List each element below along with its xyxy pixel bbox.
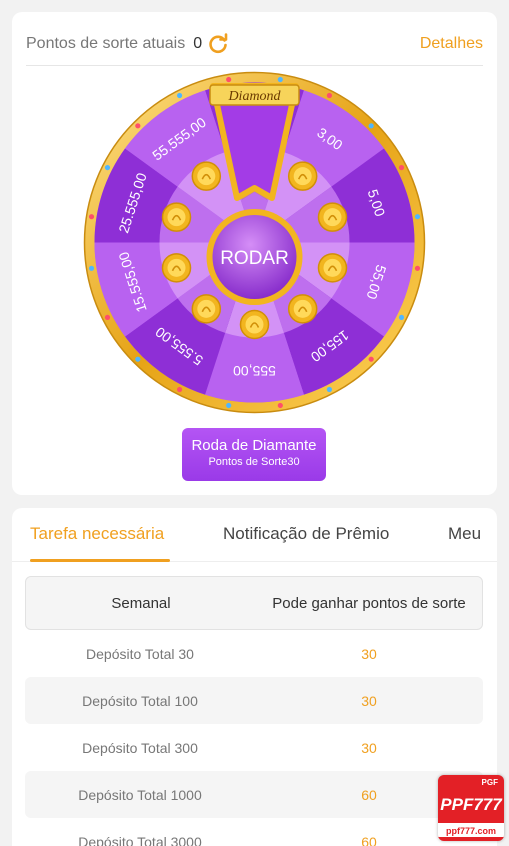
spin-button-label[interactable]: RODAR — [220, 248, 289, 269]
badge-url-label: ppf777.com — [445, 826, 496, 836]
task-points: 30 — [361, 739, 377, 756]
ppf777-badge[interactable]: PGF PPF777 ppf777.com — [438, 775, 504, 841]
rim-light — [226, 402, 232, 409]
coin-icon — [239, 309, 270, 340]
diamond-wheel-button[interactable]: Roda de Diamante Pontos de Sorte30 — [182, 428, 326, 481]
rim-light — [368, 356, 374, 362]
table-row: Depósito Total 300 30 — [25, 724, 483, 771]
table-row: Depósito Total 100 30 — [25, 677, 483, 724]
rim-light — [277, 402, 283, 409]
tab-mine[interactable]: Meu — [448, 524, 481, 544]
table-row: Depósito Total 1000 60 — [25, 771, 483, 818]
coin-icon — [161, 253, 192, 283]
task-name: Depósito Total 100 — [82, 692, 198, 709]
task-points: 30 — [361, 692, 377, 709]
rim-light — [135, 123, 141, 129]
details-link[interactable]: Detalhes — [420, 35, 483, 53]
rim-light — [88, 214, 95, 220]
header-period: Semanal — [111, 594, 171, 612]
diamond-wheel-title: Roda de Diamante — [191, 437, 317, 454]
prize-wheel: 1,003,005,0055,00155,00555,005.555,0015.… — [83, 71, 426, 414]
tasks-card: Tarefa necessária Notificação de Prêmio … — [12, 508, 497, 846]
coin-icon — [287, 294, 318, 324]
coin-icon — [161, 202, 192, 232]
rim-light — [414, 265, 421, 271]
task-points: 30 — [361, 645, 377, 662]
task-name: Depósito Total 3000 — [78, 833, 202, 846]
task-name: Depósito Total 30 — [86, 645, 194, 662]
rim-light — [326, 386, 333, 393]
points-label: Pontos de sorte atuais — [26, 34, 186, 52]
rim-light — [88, 265, 95, 271]
rim-light — [176, 386, 183, 393]
rim-light — [398, 164, 405, 171]
rim-light — [368, 123, 374, 129]
rim-light — [326, 92, 333, 99]
tasks-table: Semanal Pode ganhar pontos de sorte Depó… — [25, 576, 483, 846]
rim-light — [277, 76, 283, 83]
active-tab-indicator — [30, 559, 170, 562]
table-header: Semanal Pode ganhar pontos de sorte — [25, 576, 483, 630]
task-name: Depósito Total 300 — [82, 739, 198, 756]
coin-icon — [191, 294, 222, 324]
points-row: Pontos de sorte atuais 0 Detalhes — [26, 22, 483, 66]
tab-prize-notifications[interactable]: Notificação de Prêmio — [223, 524, 389, 544]
table-row: Depósito Total 3000 60 — [25, 818, 483, 846]
rim-light — [176, 92, 183, 99]
table-row: Depósito Total 30 30 — [25, 630, 483, 677]
rim-light — [398, 314, 405, 321]
rim-light — [104, 314, 111, 321]
coin-icon — [317, 202, 348, 232]
rim-light — [135, 356, 141, 362]
coin-icon — [191, 161, 222, 191]
coin-icon — [287, 161, 318, 191]
rim-light — [414, 214, 421, 220]
rim-light — [104, 164, 111, 171]
rim-light — [226, 76, 232, 83]
coin-icon — [317, 253, 348, 283]
badge-small-label: PGF — [481, 778, 498, 787]
lucky-wheel-card: Pontos de sorte atuais 0 Detalhes 3,00 5… — [12, 12, 497, 495]
badge-brand-label: PPF777 — [440, 795, 502, 814]
points-value: 0 — [193, 34, 203, 52]
refresh-icon[interactable] — [207, 32, 229, 55]
tab-bar: Tarefa necessária Notificação de Prêmio … — [12, 508, 497, 562]
task-name: Depósito Total 1000 — [78, 786, 202, 803]
prize-label: 555,00 — [233, 363, 276, 379]
wheel-banner-label: Diamond — [227, 89, 281, 104]
header-points: Pode ganhar pontos de sorte — [272, 594, 466, 612]
diamond-wheel-subtitle: Pontos de Sorte30 — [208, 456, 300, 468]
tab-required-tasks[interactable]: Tarefa necessária — [30, 524, 164, 544]
